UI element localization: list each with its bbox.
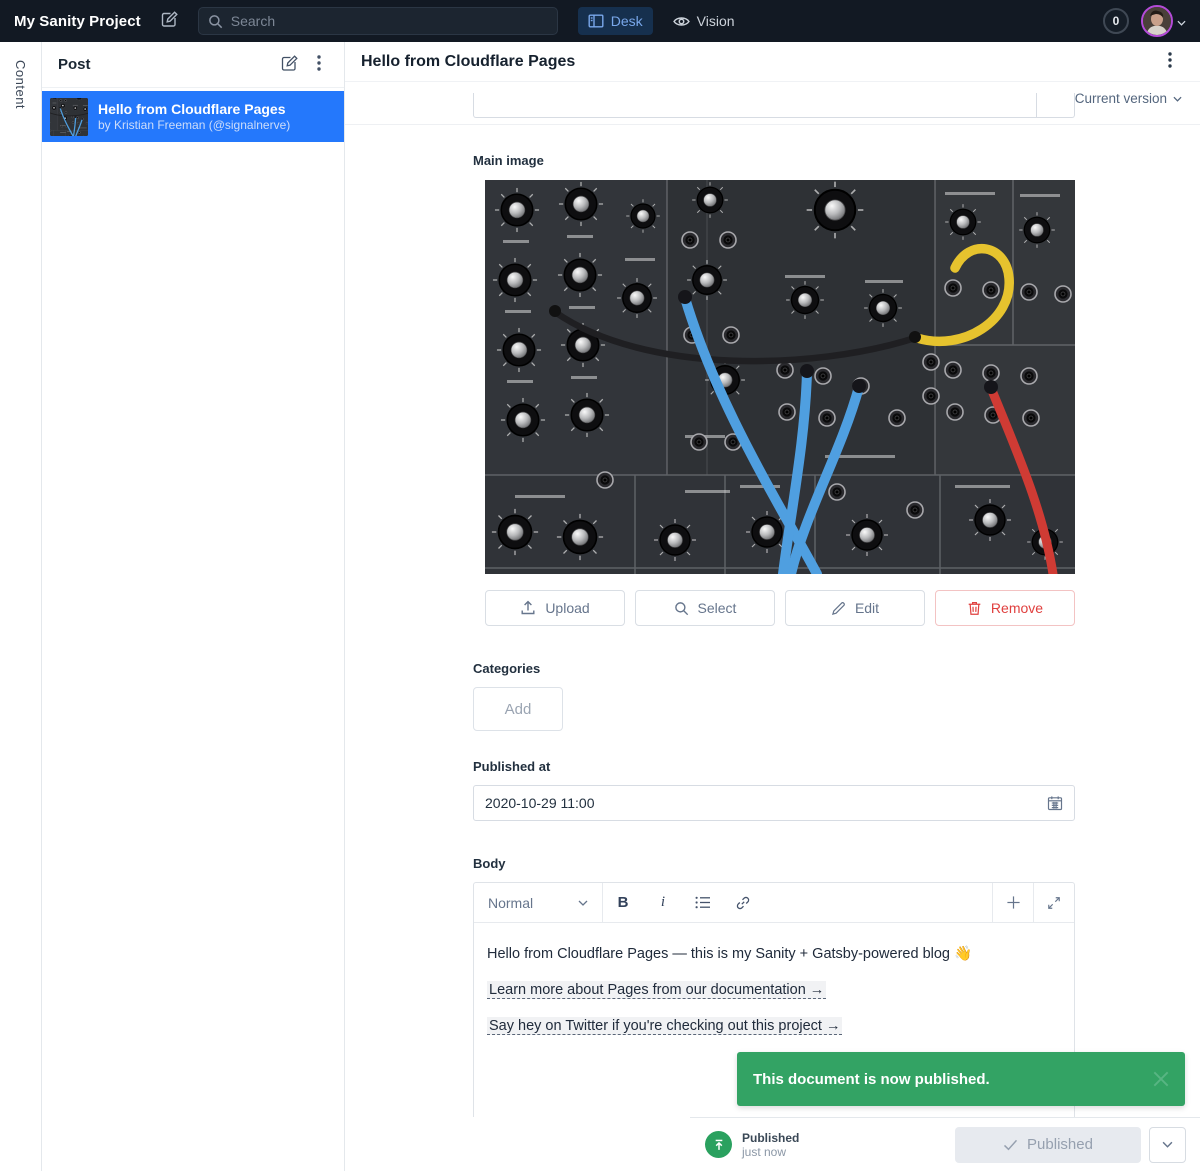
publish-button[interactable]: Published <box>955 1127 1141 1163</box>
version-select-label: Current version <box>1075 91 1167 106</box>
top-navbar: My Sanity Project <box>0 0 1200 42</box>
compose-icon <box>281 55 298 75</box>
project-title: My Sanity Project <box>14 13 141 30</box>
new-document-button[interactable] <box>161 11 178 31</box>
list-item-post[interactable]: Hello from Cloudflare Pages by Kristian … <box>42 91 344 142</box>
body-link-documentation[interactable]: Learn more about Pages from our document… <box>487 981 826 999</box>
tab-desk-label: Desk <box>611 13 643 29</box>
kebab-icon <box>317 55 321 74</box>
trash-icon <box>967 600 982 616</box>
bullet-list-icon <box>695 896 711 909</box>
categories-label: Categories <box>473 661 1075 676</box>
plus-icon <box>1006 895 1021 910</box>
published-at-field <box>473 785 1075 821</box>
divider <box>1036 93 1037 117</box>
main-image-preview[interactable] <box>485 180 1075 574</box>
content-rail-label: Content <box>13 60 28 1171</box>
select-button[interactable]: Select <box>635 590 775 626</box>
list-pane-menu-button[interactable] <box>304 50 334 80</box>
chevron-down-icon <box>1177 14 1186 29</box>
body-link-twitter[interactable]: Say hey on Twitter if you're checking ou… <box>487 1017 842 1035</box>
upload-icon <box>520 600 536 616</box>
search-input[interactable] <box>231 13 548 29</box>
publish-button-label: Published <box>1027 1136 1093 1153</box>
search-icon <box>674 601 689 616</box>
validation-count-badge[interactable]: 0 <box>1103 8 1129 34</box>
main-image-label: Main image <box>473 153 1075 168</box>
editor-content[interactable]: Hello from Cloudflare Pages — this is my… <box>474 923 1074 1073</box>
editor-toolbar: Normal B i <box>474 883 1074 923</box>
remove-button-label: Remove <box>991 600 1043 616</box>
eye-icon <box>673 13 690 30</box>
global-search[interactable] <box>198 7 558 35</box>
edit-button-label: Edit <box>855 600 879 616</box>
italic-button[interactable]: i <box>643 883 683 922</box>
publish-status-text: Published just now <box>742 1131 799 1159</box>
document-menu-button[interactable] <box>1156 48 1184 76</box>
slug-field-partial[interactable] <box>473 93 1075 118</box>
text-style-select[interactable]: Normal <box>474 883 602 922</box>
avatar <box>1141 5 1173 37</box>
edit-button[interactable]: Edit <box>785 590 925 626</box>
create-post-button[interactable] <box>274 50 304 80</box>
image-toolbar: Upload Select Edit <box>485 590 1075 626</box>
published-at-input[interactable] <box>485 795 1039 811</box>
toast-notification: This document is now published. <box>737 1052 1185 1106</box>
text-style-value: Normal <box>488 895 533 911</box>
published-at-label: Published at <box>473 759 1075 774</box>
document-list-pane: Post <box>42 42 345 1171</box>
check-icon <box>1003 1139 1018 1151</box>
calendar-icon[interactable] <box>1047 795 1063 811</box>
user-menu-button[interactable] <box>1141 5 1186 37</box>
document-title: Hello from Cloudflare Pages <box>361 53 1156 71</box>
body-paragraph: Hello from Cloudflare Pages — this is my… <box>487 944 1061 965</box>
publish-status: Published just now <box>705 1131 799 1159</box>
list-pane-title: Post <box>58 56 274 73</box>
desk-icon <box>588 13 604 29</box>
tab-vision[interactable]: Vision <box>663 7 745 36</box>
list-item-title: Hello from Cloudflare Pages <box>98 100 290 118</box>
compose-icon <box>161 11 178 31</box>
list-pane-header: Post <box>42 42 344 88</box>
document-header: Hello from Cloudflare Pages <box>345 42 1200 82</box>
chevron-down-icon <box>1162 1141 1173 1148</box>
list-item-text: Hello from Cloudflare Pages by Kristian … <box>98 100 290 133</box>
bold-button[interactable]: B <box>603 883 643 922</box>
chevron-down-icon <box>1173 96 1182 102</box>
toolbar-spacer <box>763 883 992 922</box>
close-icon[interactable] <box>1153 1071 1169 1087</box>
bullet-list-button[interactable] <box>683 883 723 922</box>
link-button[interactable] <box>723 883 763 922</box>
published-status-icon <box>705 1131 732 1158</box>
body-label: Body <box>473 856 1075 871</box>
upload-button-label: Upload <box>545 600 589 616</box>
tab-desk[interactable]: Desk <box>578 7 653 35</box>
insert-block-button[interactable] <box>992 883 1033 922</box>
list-item-subtitle: by Kristian Freeman (@signalnerve) <box>98 118 290 133</box>
expand-icon <box>1047 896 1061 910</box>
pencil-icon <box>831 601 846 616</box>
tab-vision-label: Vision <box>697 13 735 29</box>
expand-editor-button[interactable] <box>1033 883 1074 922</box>
link-icon <box>735 895 751 911</box>
upload-button[interactable]: Upload <box>485 590 625 626</box>
publish-menu-button[interactable] <box>1149 1127 1186 1163</box>
document-form: Main image Upload <box>345 125 1200 1117</box>
post-thumbnail <box>50 98 88 136</box>
app-window: My Sanity Project <box>0 0 1200 1171</box>
sidebar-tool-content[interactable]: Content <box>0 42 42 1171</box>
add-category-button[interactable]: Add <box>473 687 563 731</box>
select-button-label: Select <box>698 600 737 616</box>
document-footer: Published just now Published <box>690 1117 1200 1171</box>
publish-status-title: Published <box>742 1131 799 1145</box>
chevron-down-icon <box>578 900 588 906</box>
kebab-icon <box>1168 52 1172 71</box>
document-editor-pane: Hello from Cloudflare Pages Current vers… <box>345 42 1200 1171</box>
toast-message: This document is now published. <box>753 1071 1153 1088</box>
search-icon <box>208 14 223 29</box>
remove-button[interactable]: Remove <box>935 590 1075 626</box>
version-select[interactable]: Current version <box>1075 91 1182 106</box>
publish-status-time: just now <box>742 1145 799 1159</box>
